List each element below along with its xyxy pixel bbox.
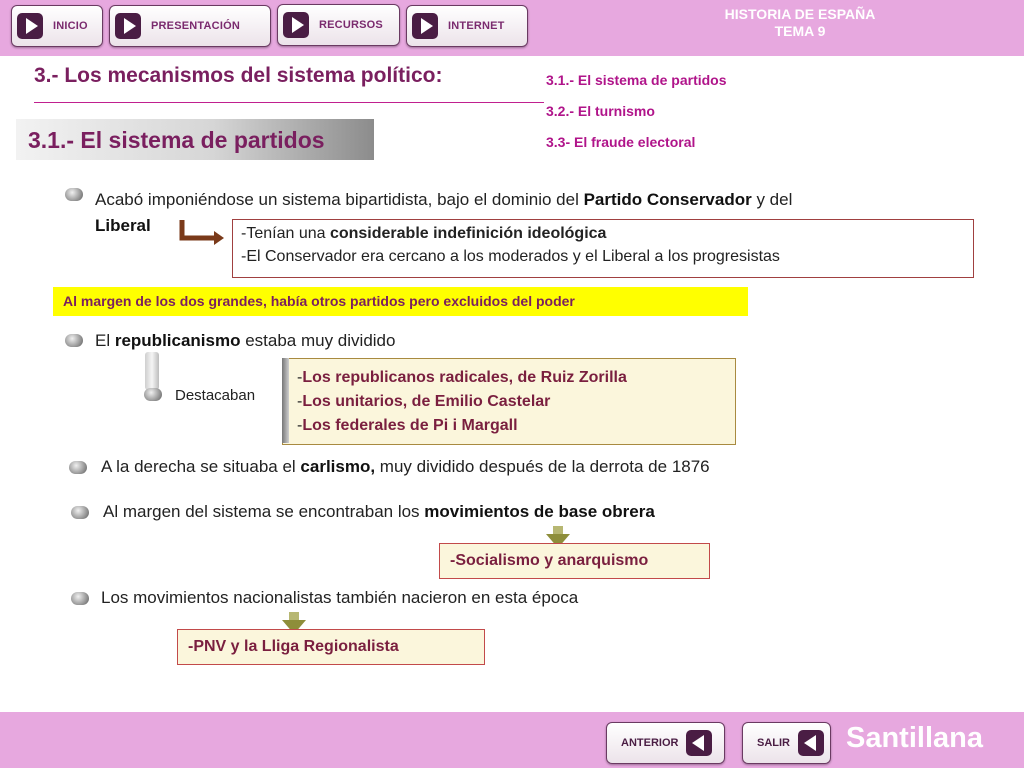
highlight-banner: Al margen de los dos grandes, había otro… [53,287,748,316]
paragraph-carlismo: A la derecha se situaba el carlismo, muy… [101,457,710,477]
page-title: 3.- Los mecanismos del sistema político: [34,64,443,87]
ideology-line-1: -Tenían una considerable indefinición id… [241,222,973,245]
back-arrow-icon [798,730,824,756]
nav-label: PRESENTACIÓN [151,20,240,32]
text-part: muy dividido después de la derrota de 18… [375,457,710,476]
title-underline [34,102,544,103]
text-bold: considerable indefinición ideológica [329,225,607,242]
course-title: HISTORIA DE ESPAÑA TEMA 9 [700,6,900,40]
course-unit: TEMA 9 [774,23,826,39]
republican-groups-box: -Los republicanos radicales, de Ruiz Zor… [282,358,736,445]
text-part: Acabó imponiéndose un sistema bipartidis… [95,190,584,209]
link-turnismo[interactable]: 3.2.- El turnismo [546,101,727,132]
obrero-tag-text: -Socialismo y anarquismo [450,552,649,569]
text-bold: Partido Conservador [583,190,752,209]
play-icon [412,13,438,39]
text-part: El [95,331,115,350]
text-bold: carlismo, [300,457,376,476]
section-title: 3.1.- El sistema de partidos [28,127,325,153]
obrero-tag-box: -Socialismo y anarquismo [439,543,710,579]
corner-arrow-icon [179,220,224,245]
nav-button-inicio[interactable]: INICIO [11,5,103,47]
text-bold: republicanismo [114,331,241,350]
publisher-logo: Santillana [846,722,983,754]
bullet-icon [71,506,89,519]
bullet-icon [65,334,83,347]
play-icon [283,12,309,38]
salir-label: SALIR [757,737,790,749]
box-accent-bar [282,358,289,443]
nav-button-presentacion[interactable]: PRESENTACIÓN [109,5,271,47]
nav-button-recursos[interactable]: RECURSOS [277,4,400,46]
link-fraude-electoral[interactable]: 3.3- El fraude electoral [546,132,727,163]
text-part: Al margen del sistema se encontraban los [103,502,425,521]
nav-label: RECURSOS [319,19,383,31]
nacionalismo-tag-box: -PNV y la Lliga Regionalista [177,629,485,665]
text-part: estaba muy dividido [240,331,396,350]
salir-button[interactable]: SALIR [742,722,831,764]
text-part: -Tenían una [241,225,330,242]
connector-bar [145,352,159,390]
republican-group-item: -Los unitarios, de Emilio Castelar [297,390,735,414]
anterior-button[interactable]: ANTERIOR [606,722,725,764]
back-arrow-icon [686,730,713,756]
highlight-text: Al margen de los dos grandes, había otro… [63,293,575,309]
republican-group-item: -Los republicanos radicales, de Ruiz Zor… [297,366,735,390]
anterior-label: ANTERIOR [621,737,679,749]
paragraph-movimientos-obreros: Al margen del sistema se encontraban los… [103,502,655,522]
bullet-icon [65,188,83,201]
ideology-box: -Tenían una considerable indefinición id… [232,219,974,278]
text-part: A la derecha se situaba el [101,457,301,476]
republican-group-item: -Los federales de Pi i Margall [297,414,735,438]
ideology-line-2: -El Conservador era cercano a los modera… [241,248,780,265]
text-bold: Liberal [95,216,151,235]
bullet-icon [144,388,162,401]
group-name: Los unitarios, de Emilio Castelar [302,393,551,410]
bullet-icon [69,461,87,474]
paragraph-republicanismo: El republicanismo estaba muy dividido [95,331,395,351]
course-name: HISTORIA DE ESPAÑA [724,6,876,22]
nav-button-internet[interactable]: INTERNET [406,5,528,47]
destacaban-label: Destacaban [175,387,256,404]
nav-label: INICIO [53,20,88,32]
nacionalismo-tag-text: -PNV y la Lliga Regionalista [188,638,399,655]
link-sistema-de-partidos[interactable]: 3.1.- El sistema de partidos [546,70,727,101]
play-icon [115,13,141,39]
group-name: Los republicanos radicales, de Ruiz Zori… [302,369,627,386]
text-part: y del [751,190,793,209]
nav-label: INTERNET [448,20,505,32]
group-name: Los federales de Pi i Margall [302,417,518,434]
bullet-icon [71,592,89,605]
play-icon [17,13,43,39]
section-links: 3.1.- El sistema de partidos 3.2.- El tu… [546,70,727,163]
text-bold: movimientos de base obrera [424,502,655,521]
paragraph-nacionalismos: Los movimientos nacionalistas también na… [101,588,579,607]
